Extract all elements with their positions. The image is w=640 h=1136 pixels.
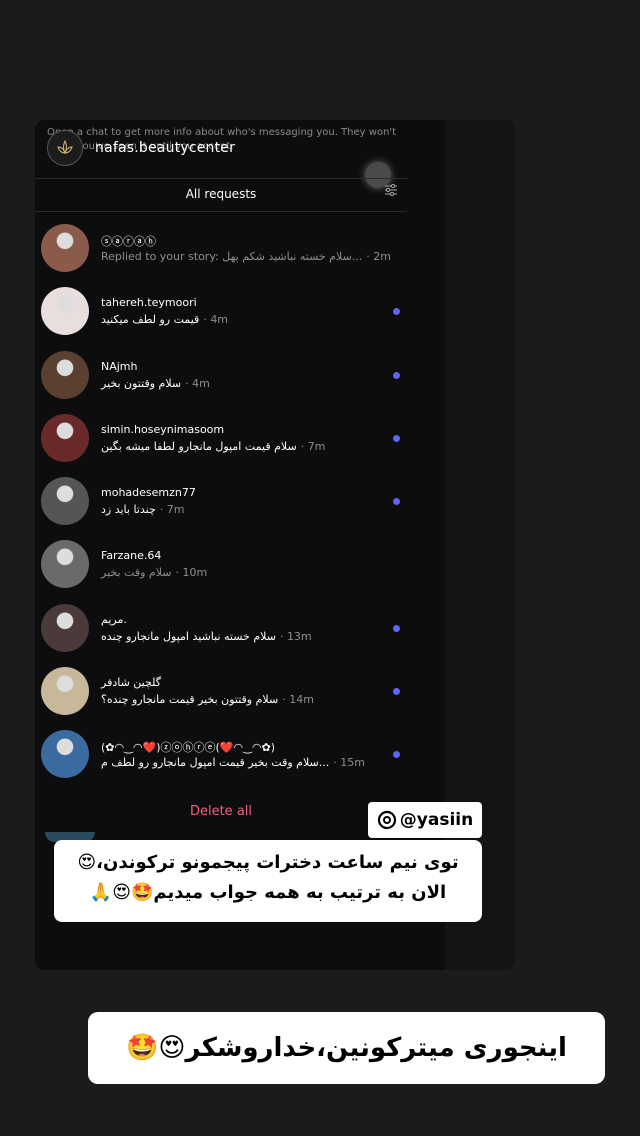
request-message: سلام وقتتون بخیر قیمت مانجارو چنده؟	[101, 693, 279, 707]
unread-dot	[393, 371, 400, 379]
delete-all-button[interactable]: Delete all	[35, 804, 407, 819]
request-message: Replied to your story: سلام خسته نباشید …	[101, 250, 363, 263]
request-message: سلام قیمت امپول مانجارو لطفا میشه بگین	[101, 439, 297, 453]
request-time: · 4m	[203, 313, 229, 327]
avatar[interactable]	[41, 667, 89, 716]
request-row[interactable]: simin.hoseynimasoom سلام قیمت امپول مانج…	[35, 410, 407, 473]
sliders-icon[interactable]	[384, 184, 398, 196]
avatar[interactable]	[41, 350, 89, 399]
avatar[interactable]	[41, 540, 89, 589]
request-username: (✿◠‿◠❤️)ⓩⓞⓗⓡⓔ(❤️◠‿◠✿)	[101, 741, 276, 755]
request-row[interactable]: tahereh.teymoori قیمت رو لطف میکنید · 4m	[35, 283, 407, 346]
requests-list: ⓢⓐⓡⓐⓗ Replied to your story: سلام خسته ن…	[35, 220, 407, 790]
request-username: simin.hoseynimasoom	[101, 422, 225, 436]
unread-dot	[393, 624, 400, 632]
request-message: سلام خسته نباشید امپول مانجارو چنده	[101, 629, 276, 643]
request-row[interactable]: NAjmh سلام وقتتون بخیر · 4m	[35, 347, 407, 410]
story-caption-bottom: اینجوری میترکونین،خداروشکر😍🤩	[88, 1012, 605, 1084]
request-message: سلام وقتتون بخیر	[101, 376, 182, 390]
requests-tab-bar: All requests	[35, 178, 407, 212]
request-username: مریم.	[101, 612, 127, 626]
request-row[interactable]: (✿◠‿◠❤️)ⓩⓞⓗⓡⓔ(❤️◠‿◠✿) سلام وقت بخیر قیمت…	[35, 726, 407, 789]
request-row[interactable]: مریم. سلام خسته نباشید امپول مانجارو چند…	[35, 600, 407, 663]
caption-line-2: الان به ترتیب به همه جواب میدیم🤩😍🙏	[89, 882, 447, 903]
request-message: چندتا باید زد	[101, 503, 156, 517]
request-row[interactable]: گلچین شادفر سلام وقتتون بخیر قیمت مانجار…	[35, 663, 407, 726]
credit-tag: @yasiin	[368, 802, 482, 838]
request-message: سلام وقت بخیر	[101, 566, 172, 580]
avatar[interactable]	[41, 224, 89, 272]
request-row[interactable]: mohadesemzn77 چندتا باید زد · 7m	[35, 473, 407, 536]
profile-avatar[interactable]	[47, 130, 83, 166]
unread-dot	[393, 308, 400, 316]
avatar[interactable]	[41, 603, 89, 652]
story-caption-top: توی نیم ساعت دخترات پیجمونو ترکوندن،😍 ال…	[54, 840, 482, 922]
request-username: گلچین شادفر	[101, 676, 161, 690]
request-username: ⓢⓐⓡⓐⓗ	[101, 235, 156, 248]
request-row[interactable]: ⓢⓐⓡⓐⓗ Replied to your story: سلام خسته ن…	[35, 220, 407, 283]
lotus-logo-icon	[57, 139, 73, 155]
request-username: Farzane.64	[101, 549, 162, 563]
request-username: tahereh.teymoori	[101, 296, 197, 310]
request-row[interactable]: Farzane.64 سلام وقت بخیر · 10m	[35, 536, 407, 599]
avatar[interactable]	[41, 287, 89, 336]
request-time: · 10m	[175, 566, 208, 580]
unread-dot	[393, 751, 400, 759]
avatar[interactable]	[41, 413, 89, 462]
request-time: · 7m	[300, 439, 326, 453]
credit-handle: @yasiin	[399, 810, 474, 830]
request-message: سلام وقت بخیر قیمت امپول مانجارو رو لطف …	[101, 756, 330, 770]
profile-name[interactable]: nafas.beautycenter	[95, 140, 235, 156]
request-time: · 7m	[159, 503, 185, 517]
request-time: · 4m	[185, 376, 210, 390]
avatar[interactable]	[41, 477, 89, 526]
request-time: · 15m	[333, 756, 365, 770]
tab-all-requests[interactable]: All requests	[35, 187, 407, 201]
unread-dot	[393, 498, 400, 506]
request-time: · 14m	[282, 693, 314, 707]
unread-dot	[393, 688, 400, 696]
request-username: mohadesemzn77	[101, 486, 196, 500]
unread-dot	[393, 434, 400, 442]
request-time: · 2m	[366, 250, 391, 263]
threads-icon	[377, 810, 396, 830]
avatar[interactable]	[41, 730, 89, 779]
request-username: NAjmh	[101, 359, 138, 373]
caption-line-1: توی نیم ساعت دخترات پیجمونو ترکوندن،😍	[77, 852, 459, 873]
request-time: · 13m	[279, 629, 312, 643]
request-message: قیمت رو لطف میکنید	[101, 313, 200, 327]
